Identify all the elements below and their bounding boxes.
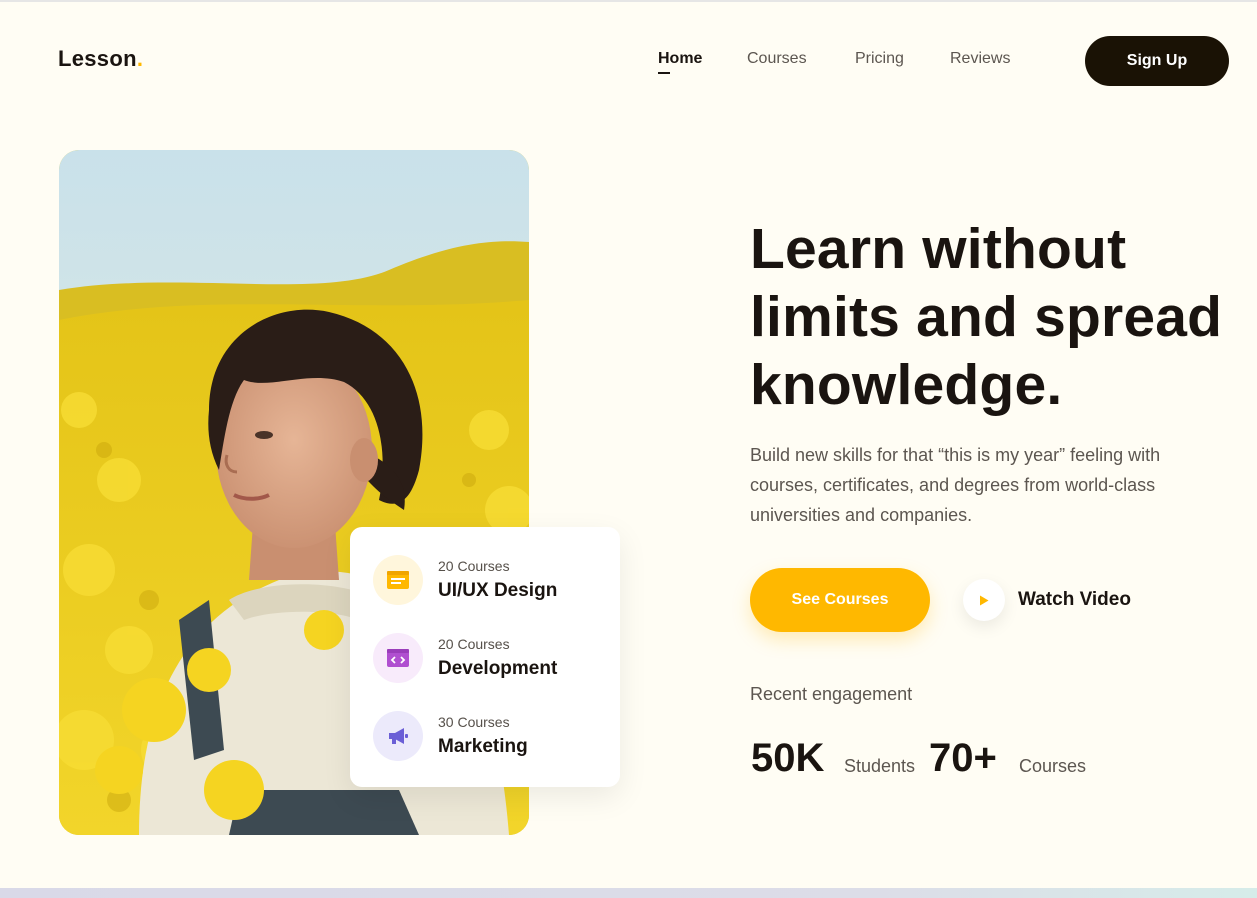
watch-video-label: Watch Video <box>1018 589 1131 610</box>
logo-dot: . <box>136 46 144 71</box>
megaphone-icon <box>373 711 423 761</box>
see-courses-button[interactable]: See Courses <box>750 568 930 632</box>
nav-item-courses[interactable]: Courses <box>747 50 807 68</box>
stat-students-value: 50K <box>751 736 825 780</box>
stat-courses-value: 70+ <box>929 736 997 780</box>
next-section-edge <box>0 888 1257 898</box>
engagement-label: Recent engagement <box>750 684 913 704</box>
course-count: 30 Courses <box>438 714 510 730</box>
course-title: Development <box>438 658 558 679</box>
logo[interactable]: Lesson. <box>58 46 143 72</box>
stat-students-label: Students <box>844 756 916 776</box>
course-count: 20 Courses <box>438 636 510 652</box>
layout-icon <box>373 555 423 605</box>
nav-item-home[interactable]: Home <box>658 50 702 74</box>
course-title: UI/UX Design <box>438 580 558 601</box>
course-item-ui-ux[interactable]: 20 Courses UI/UX Design <box>373 550 613 610</box>
play-icon <box>963 579 1005 621</box>
nav-item-reviews[interactable]: Reviews <box>950 50 1010 68</box>
stat-courses-label: Courses <box>1019 756 1087 776</box>
logo-text: Lesson <box>58 46 137 71</box>
course-item-marketing[interactable]: 30 Courses Marketing <box>373 706 613 766</box>
code-window-icon <box>373 633 423 683</box>
hero-subtext: Build new skills for that “this is my ye… <box>750 445 1161 525</box>
top-border <box>0 0 1257 2</box>
course-categories-card: 20 Courses UI/UX Design 20 Courses Devel… <box>350 527 620 787</box>
hero-headline: Learn without limits and spread knowledg… <box>750 217 1223 417</box>
sign-up-button[interactable]: Sign Up <box>1085 36 1229 86</box>
course-item-development[interactable]: 20 Courses Development <box>373 628 613 688</box>
course-title: Marketing <box>438 736 528 757</box>
course-count: 20 Courses <box>438 558 510 574</box>
nav-item-pricing[interactable]: Pricing <box>855 50 904 68</box>
watch-video-button[interactable]: Watch Video <box>963 579 1131 621</box>
